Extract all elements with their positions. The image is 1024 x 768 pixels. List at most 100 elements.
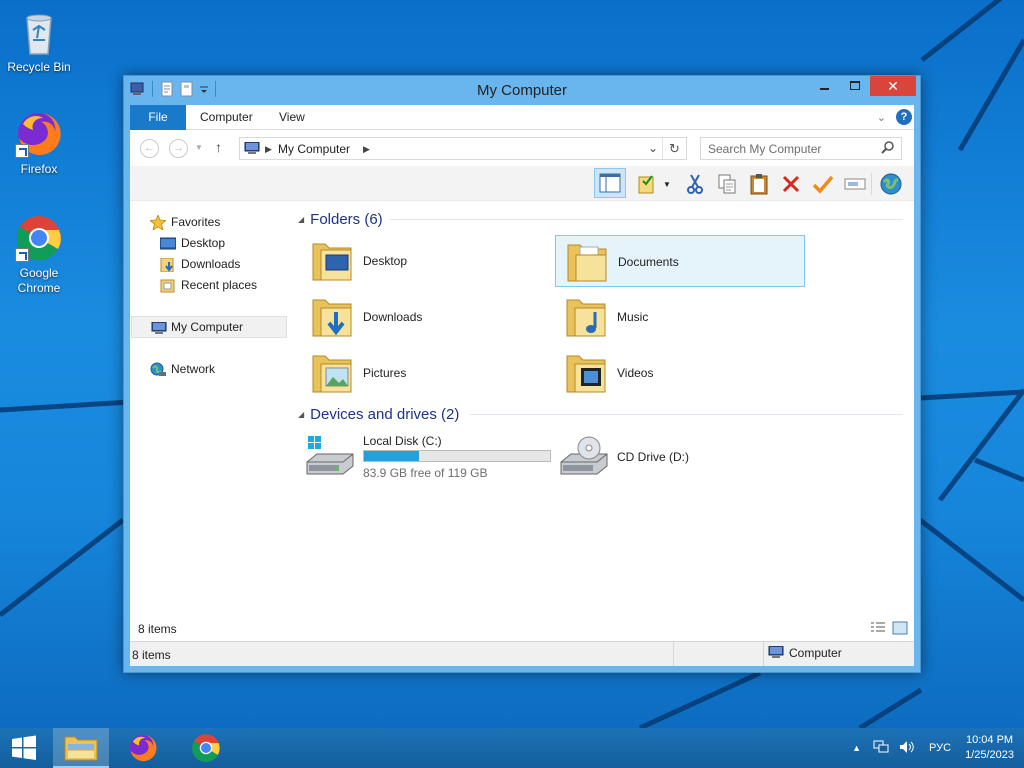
network-globe-button[interactable] bbox=[878, 171, 904, 197]
explorer-window: My Computer ✕ File Computer View ⌄ ? ← →… bbox=[123, 75, 921, 673]
rename-check-button[interactable] bbox=[810, 171, 836, 197]
documents-folder-icon bbox=[567, 244, 607, 282]
maximize-button[interactable] bbox=[840, 76, 870, 96]
volume-icon[interactable] bbox=[899, 740, 915, 757]
folder-name: Pictures bbox=[363, 366, 407, 380]
search-input[interactable] bbox=[708, 139, 878, 159]
folders-group-title: Folders (6) bbox=[310, 210, 383, 228]
drive-tile-local-disk[interactable]: Local Disk (C:) 83.9 GB free of 119 GB bbox=[301, 433, 551, 485]
paste-button[interactable] bbox=[746, 171, 772, 197]
shortcut-arrow-icon bbox=[15, 144, 29, 158]
tab-computer[interactable]: Computer bbox=[200, 105, 253, 130]
back-button[interactable]: ← bbox=[140, 139, 159, 158]
rename-field-icon bbox=[844, 178, 866, 190]
window-client-area: File Computer View ⌄ ? ← → ▼ ↑ ▶ My Comp… bbox=[130, 105, 914, 666]
address-chevron-icon[interactable]: ▶ bbox=[265, 144, 272, 155]
drive-name: Local Disk (C:) bbox=[363, 434, 442, 448]
firefox-icon bbox=[129, 734, 157, 762]
collapse-triangle-icon[interactable]: ◢ bbox=[298, 410, 304, 419]
nav-downloads-label: Downloads bbox=[181, 257, 241, 271]
taskbar-file-explorer[interactable] bbox=[53, 728, 109, 768]
firefox-icon bbox=[15, 110, 63, 158]
copy-icon bbox=[718, 174, 736, 194]
delete-button[interactable] bbox=[778, 171, 804, 197]
show-hidden-icons-icon[interactable]: ▲ bbox=[852, 743, 861, 753]
computer-icon bbox=[243, 141, 261, 159]
cut-button[interactable] bbox=[682, 171, 708, 197]
downloads-icon bbox=[160, 257, 176, 273]
pictures-folder-icon bbox=[312, 355, 352, 393]
expand-ribbon-icon[interactable]: ⌄ bbox=[877, 111, 886, 124]
minimize-button[interactable] bbox=[810, 76, 840, 96]
chrome-shortcut[interactable]: Google Chrome bbox=[1, 214, 77, 296]
devices-group-header[interactable]: ◢ Devices and drives (2) bbox=[298, 404, 903, 424]
details-view-icon[interactable] bbox=[870, 621, 886, 638]
folders-group-header[interactable]: ◢ Folders (6) bbox=[298, 209, 903, 229]
forward-button[interactable]: → bbox=[169, 139, 188, 158]
firefox-shortcut[interactable]: Firefox bbox=[1, 110, 77, 177]
properties-button[interactable] bbox=[634, 171, 660, 197]
address-dropdown-icon[interactable]: ⌄ bbox=[648, 141, 658, 155]
recent-locations-icon[interactable]: ▼ bbox=[195, 143, 203, 152]
group-divider bbox=[470, 414, 903, 415]
ribbon-right-controls: ⌄ ? bbox=[877, 109, 912, 125]
recycle-bin-label: Recycle Bin bbox=[7, 60, 71, 74]
folder-name: Documents bbox=[618, 255, 679, 269]
folder-tile-desktop[interactable]: Desktop bbox=[301, 235, 551, 287]
view-switcher bbox=[870, 621, 908, 638]
refresh-button[interactable]: ↻ bbox=[662, 138, 686, 159]
network-tray-icon[interactable] bbox=[873, 740, 889, 757]
taskbar-chrome[interactable] bbox=[178, 728, 234, 768]
recent-places-icon bbox=[160, 278, 176, 293]
title-bar[interactable]: My Computer ✕ bbox=[124, 76, 920, 105]
properties-check-icon bbox=[638, 175, 654, 194]
copy-button[interactable] bbox=[714, 171, 740, 197]
folder-name: Videos bbox=[617, 366, 654, 380]
nav-recent-places[interactable]: Recent places bbox=[131, 274, 287, 296]
recycle-bin-shortcut[interactable]: Recycle Bin bbox=[1, 8, 77, 75]
nav-network[interactable]: Network bbox=[131, 358, 287, 380]
properties-dropdown-button[interactable]: ▼ bbox=[660, 171, 674, 197]
folder-tile-downloads[interactable]: Downloads bbox=[301, 291, 551, 343]
taskbar-firefox[interactable] bbox=[115, 728, 171, 768]
cd-drive-icon bbox=[560, 436, 608, 475]
collapse-triangle-icon[interactable]: ◢ bbox=[298, 215, 304, 224]
address-bar[interactable]: ▶ My Computer ▶ ⌄ ↻ bbox=[239, 137, 687, 160]
start-button[interactable] bbox=[0, 728, 48, 768]
recycle-bin-icon bbox=[15, 8, 63, 56]
status-bar: 8 items Computer bbox=[130, 641, 914, 666]
close-button[interactable]: ✕ bbox=[870, 76, 916, 96]
tab-view[interactable]: View bbox=[279, 105, 305, 130]
tab-file[interactable]: File bbox=[130, 105, 186, 130]
taskbar: ▲ РУС 10:04 PM 1/25/2023 bbox=[0, 728, 1024, 768]
input-language-indicator[interactable]: РУС bbox=[929, 742, 951, 754]
group-divider bbox=[390, 219, 903, 220]
nav-my-computer[interactable]: My Computer bbox=[131, 316, 287, 338]
large-icons-view-icon[interactable] bbox=[892, 621, 908, 638]
nav-downloads[interactable]: Downloads bbox=[131, 253, 287, 275]
nav-favorites[interactable]: Favorites bbox=[131, 211, 287, 233]
up-arrow-icon: ↑ bbox=[215, 139, 222, 155]
preview-pane-button[interactable] bbox=[594, 168, 626, 198]
search-box[interactable] bbox=[700, 137, 902, 160]
folder-tile-pictures[interactable]: Pictures bbox=[301, 347, 551, 399]
desktop-icon bbox=[159, 236, 177, 250]
delete-x-icon bbox=[782, 175, 800, 193]
nav-desktop[interactable]: Desktop bbox=[131, 232, 287, 254]
folder-tile-documents[interactable]: Documents bbox=[555, 235, 805, 287]
desktop-folder-icon bbox=[312, 243, 352, 281]
search-icon[interactable] bbox=[881, 141, 895, 158]
folder-tile-music[interactable]: Music bbox=[555, 291, 805, 343]
command-toolbar: ▼ bbox=[130, 166, 914, 201]
folder-name: Downloads bbox=[363, 310, 423, 324]
help-icon[interactable]: ? bbox=[896, 109, 912, 125]
address-chevron-icon[interactable]: ▶ bbox=[363, 144, 370, 155]
rename-button[interactable] bbox=[842, 171, 868, 197]
up-button[interactable]: ↑ bbox=[215, 139, 222, 155]
content-pane: ◢ Folders (6) Desktop Documents Download… bbox=[290, 201, 914, 615]
folder-tile-videos[interactable]: Videos bbox=[555, 347, 805, 399]
downloads-folder-icon bbox=[312, 299, 352, 337]
address-location[interactable]: My Computer bbox=[278, 142, 350, 156]
drive-tile-cd[interactable]: CD Drive (D:) bbox=[555, 433, 805, 485]
clock[interactable]: 10:04 PM 1/25/2023 bbox=[965, 733, 1014, 763]
